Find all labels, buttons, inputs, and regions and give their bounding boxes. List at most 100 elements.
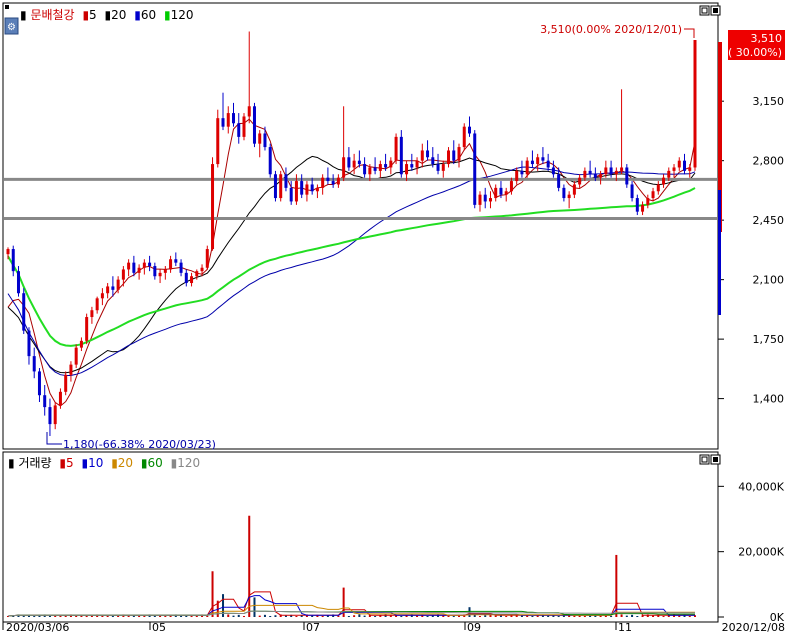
candle-body (614, 170, 618, 175)
candle-body (357, 160, 361, 165)
candle-body (525, 160, 529, 175)
vlegend-marker-5: ▮ (59, 456, 66, 470)
volume-bar (311, 615, 314, 617)
vlegend-20: 20 (118, 456, 133, 470)
volume-bar (153, 615, 156, 617)
candle-body (221, 118, 225, 127)
volume-bar (452, 616, 455, 618)
candle-body (389, 160, 393, 168)
candle-body (394, 136, 398, 161)
candle-body (384, 164, 388, 168)
candle (462, 123, 466, 151)
volume-bar (180, 615, 183, 617)
volume-bar (620, 614, 623, 617)
price-legend: ▮ 문배철강 ▮5 ▮20 ▮60 ▮120 (20, 8, 193, 22)
stock-chart: ⚙ ▮ 문배철강 ▮5 ▮20 ▮60 ▮120 ▮ 거래량 ▮5 ▮10 ▮2… (2, 2, 785, 632)
candle-body (294, 181, 298, 202)
volume-bar (353, 615, 356, 617)
legend-ma20: 20 (111, 8, 126, 22)
price-tick-label: 2,800 (753, 155, 785, 168)
candle-body (352, 160, 356, 168)
candle-body (200, 267, 204, 272)
candle-body (263, 133, 267, 148)
candle-body (90, 310, 94, 318)
legend-ma60: 60 (141, 8, 156, 22)
candle-body (247, 106, 251, 117)
candle-body (226, 113, 230, 127)
volume-bar (164, 616, 167, 618)
candle-body (546, 160, 550, 168)
candle-body (447, 150, 451, 165)
candle-body (625, 167, 629, 185)
candle-body (273, 174, 277, 199)
volume-bar (416, 615, 419, 617)
volume-bar (636, 616, 639, 618)
volume-bar (599, 615, 602, 617)
volume-bar (206, 615, 209, 617)
volume-legend-marker: ▮ (8, 456, 15, 470)
candle-body (321, 177, 325, 188)
candle (473, 130, 477, 209)
price-maximize-button[interactable] (699, 5, 710, 16)
volume-bar (505, 616, 508, 618)
volume-bar (269, 616, 272, 618)
candle (279, 170, 283, 202)
candle-body (541, 157, 545, 161)
candle-body (315, 187, 319, 192)
candle-body (583, 170, 587, 178)
candle (252, 102, 256, 148)
candle-body (32, 356, 36, 372)
candle-body (48, 407, 52, 425)
price-close-button[interactable] (710, 5, 721, 16)
volume-bar (48, 615, 51, 617)
candle-body (520, 170, 524, 175)
candle-body (567, 194, 571, 199)
volume-bar (573, 615, 576, 617)
volume-bar (442, 615, 445, 617)
candle-body (148, 262, 152, 267)
candle-body (252, 106, 256, 144)
candle-body (27, 330, 31, 357)
candle-body (368, 167, 372, 175)
volume-legend: ▮ 거래량 ▮5 ▮10 ▮20 ▮60 ▮120 (8, 456, 200, 470)
candle-body (693, 40, 697, 168)
candle-body (557, 174, 561, 188)
candle-body (58, 391, 62, 406)
vlegend-marker-60: ▮ (141, 456, 148, 470)
candle (74, 344, 78, 369)
candle-body (530, 160, 534, 165)
candle-body (562, 187, 566, 199)
candle-body (662, 177, 666, 185)
candle-body (336, 177, 340, 185)
candle-body (609, 167, 613, 175)
candle-body (441, 164, 445, 171)
settings-glyph: ⚙ (7, 22, 16, 33)
candle-body (142, 262, 146, 268)
candle-body (331, 181, 335, 185)
volume-maximize-button[interactable] (699, 454, 710, 465)
candle-body (572, 184, 576, 195)
price-tick-label: 1,750 (753, 333, 785, 346)
high-annotation: 3,510(0.00% 2020/12/01) (540, 23, 682, 36)
candle-body (106, 286, 110, 294)
volume-bar (662, 616, 665, 618)
candle-body (116, 279, 120, 290)
volume-bar (625, 615, 628, 617)
candle-body (195, 271, 199, 277)
x-label-05: 05 (152, 621, 166, 632)
candle (273, 170, 277, 202)
candle (625, 164, 629, 188)
price-legend-title: 문배철강 (30, 8, 74, 22)
candle-body (515, 170, 519, 182)
candle-body (478, 194, 482, 205)
candle-body (232, 113, 236, 124)
price-tick-label: 3,150 (753, 95, 785, 108)
candle-body (121, 269, 125, 280)
volume-bar (295, 616, 298, 618)
volume-close-button[interactable] (710, 454, 721, 465)
volume-bar (358, 614, 361, 617)
vlegend-10: 10 (88, 456, 103, 470)
candle (693, 40, 697, 171)
candle-body (174, 259, 178, 263)
volume-bar (22, 615, 25, 617)
